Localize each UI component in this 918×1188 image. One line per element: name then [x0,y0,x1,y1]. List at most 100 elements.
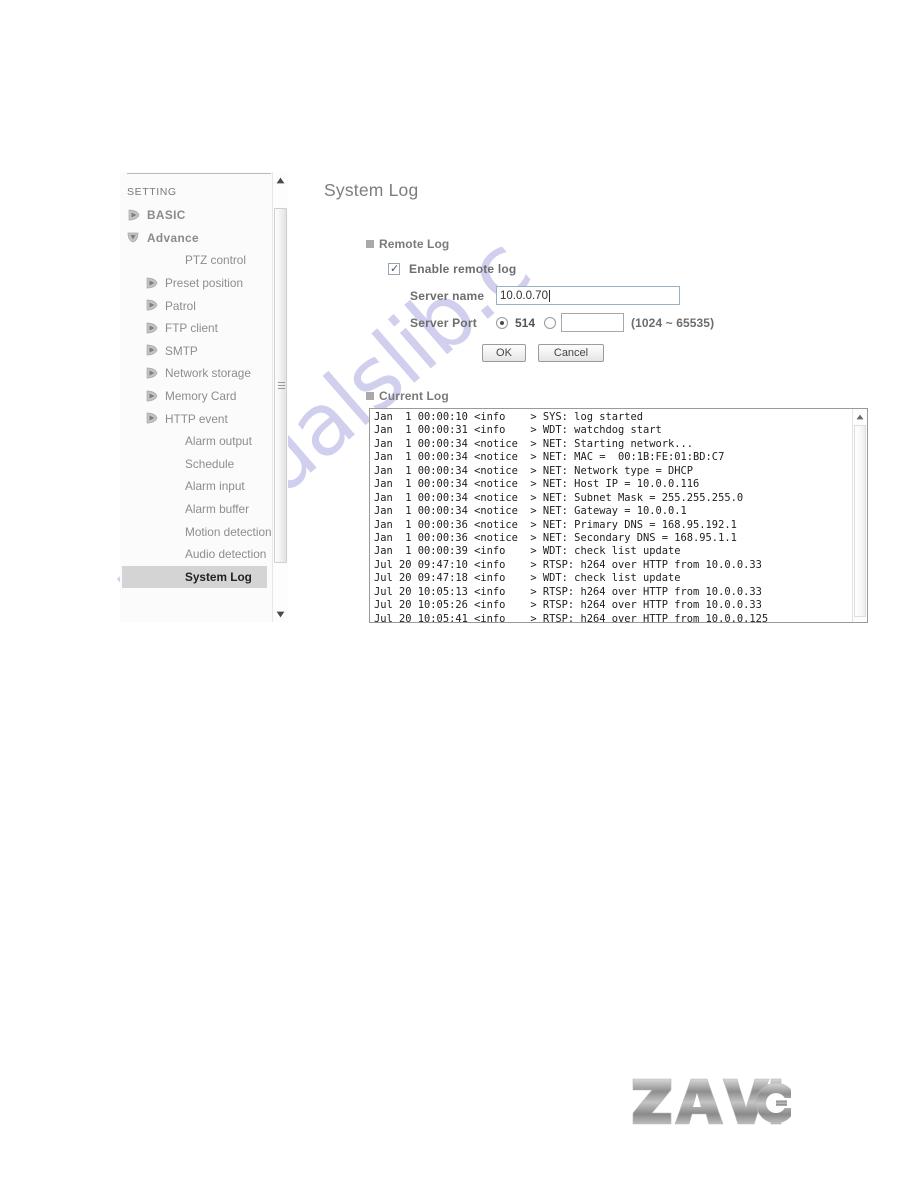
sidebar-item-ptz-control[interactable]: PTZ control [120,249,272,272]
current-log-textarea[interactable]: Jan 1 00:00:10 <info > SYS: log started J… [369,408,868,623]
log-line: Jan 1 00:00:34 <notice > NET: Starting n… [374,437,694,450]
server-name-input[interactable]: 10.0.0.70 [496,286,680,305]
cancel-button[interactable]: Cancel [538,344,604,362]
settings-sidebar: SETTING BASIC Advance PTZ control Preset po… [120,172,288,622]
log-line: Jan 1 00:00:36 <notice > NET: Primary DN… [374,518,737,531]
log-line: Jan 1 00:00:39 <info > WDT: check list u… [374,545,681,558]
sidebar-item-label: Network storage [165,366,251,381]
sidebar-item-label: Schedule [185,456,235,471]
enable-remote-log-label: Enable remote log [409,262,517,276]
sidebar-item-advance[interactable]: Advance [120,227,272,250]
port-default-radio[interactable] [496,316,508,329]
form-button-row: OK Cancel [482,344,604,362]
server-port-row: Server Port 514 (1024 ~ 65535) [410,313,714,332]
sidebar-scroll-up-icon[interactable] [273,172,288,188]
port-custom-input[interactable] [561,313,625,332]
sidebar-item-label: Audio detection [185,547,267,562]
log-line: Jan 1 00:00:34 <notice > NET: Network ty… [374,464,694,477]
server-name-value: 10.0.0.70 [500,289,548,302]
log-line: Jul 20 10:05:41 <info > RTSP: h264 over … [374,612,769,623]
sidebar-item-system-log[interactable]: System Log [122,565,267,589]
log-line-list: Jan 1 00:00:10 <info > SYS: log started J… [374,411,844,623]
sidebar-item-motion-detection[interactable]: Motion detection [120,520,272,543]
sidebar-item-label: Alarm input [185,479,245,494]
sidebar-item-label: Motion detection [185,524,272,539]
sidebar-item-label: SMTP [165,343,198,358]
arrow-right-icon [145,277,160,290]
port-range-hint: (1024 ~ 65535) [631,315,715,330]
log-line: Jul 20 09:47:18 <info > WDT: check list … [374,572,681,585]
sidebar-item-label: FTP client [165,321,218,336]
sidebar-scroll-viewport: SETTING BASIC Advance PTZ control Preset po… [120,182,272,622]
enable-remote-log-checkbox[interactable]: ✓ [388,263,400,275]
sidebar-item-alarm-input[interactable]: Alarm input [120,475,272,498]
sidebar-item-label: HTTP event [165,411,228,426]
sidebar-item-ftp-client[interactable]: FTP client [120,317,272,340]
sidebar-item-label: Alarm output [185,434,252,449]
sidebar-scroll-thumb[interactable] [274,208,287,563]
sidebar-item-alarm-output[interactable]: Alarm output [120,430,272,453]
sidebar-item-audio-detection[interactable]: Audio detection [120,543,272,566]
scroll-thumb-grip-icon [278,381,285,390]
server-port-label: Server Port [410,315,477,330]
port-default-label: 514 [515,315,536,330]
server-name-label: Server name [410,288,485,303]
log-line: Jan 1 00:00:34 <notice > NET: Gateway = … [374,505,687,518]
log-line: Jul 20 09:47:10 <info > RTSP: h264 over … [374,558,762,571]
remote-log-section-header: Remote Log [366,237,449,251]
arrow-down-icon [127,231,142,244]
sidebar-item-network-storage[interactable]: Network storage [120,362,272,385]
log-line: Jan 1 00:00:34 <notice > NET: Subnet Mas… [374,491,744,504]
sidebar-nav-list: BASIC Advance PTZ control Preset position Pa… [120,204,272,589]
sidebar-heading: SETTING [127,186,177,198]
arrow-right-icon [145,390,160,403]
remote-log-section-label: Remote Log [379,237,450,251]
log-line: Jan 1 00:00:10 <info > SYS: log started [374,411,643,423]
sidebar-divider [127,173,271,174]
sidebar-item-patrol[interactable]: Patrol [120,294,272,317]
section-marker-icon [366,240,374,248]
port-custom-radio[interactable] [544,316,557,329]
arrow-right-icon [145,367,160,380]
log-line: Jan 1 00:00:36 <notice > NET: Secondary … [374,531,737,544]
sidebar-item-label: PTZ control [185,253,246,268]
text-caret-icon [548,289,550,302]
sidebar-item-label: System Log [185,569,252,584]
sidebar-item-http-event[interactable]: HTTP event [120,407,272,430]
ok-button[interactable]: OK [482,344,526,362]
sidebar-scrollbar[interactable] [272,172,288,622]
sidebar-item-smtp[interactable]: SMTP [120,340,272,363]
log-line: Jul 20 10:05:13 <info > RTSP: h264 over … [374,585,762,598]
sidebar-item-label: Memory Card [165,389,237,404]
arrow-right-icon [145,412,160,425]
arrow-right-icon [145,322,160,335]
sidebar-scroll-down-icon[interactable] [273,606,288,622]
log-line: Jan 1 00:00:34 <notice > NET: Host IP = … [374,478,700,491]
arrow-right-icon [145,299,160,312]
log-scroll-thumb[interactable] [854,425,866,617]
log-scrollbar[interactable] [852,409,867,622]
server-name-row: Server name 10.0.0.70 [410,286,680,305]
page-root: manualslib.c SETTING BASIC Advance PTZ con… [0,0,918,1188]
sidebar-item-schedule[interactable]: Schedule [120,453,272,476]
sidebar-item-label: Preset position [165,276,244,291]
sidebar-item-memory-card[interactable]: Memory Card [120,385,272,408]
enable-remote-log-row[interactable]: ✓ Enable remote log [388,262,516,276]
sidebar-item-label: Patrol [165,298,196,313]
sidebar-item-label: Advance [147,230,199,245]
log-line: Jan 1 00:00:34 <notice > NET: MAC = 00:1… [374,451,725,464]
sidebar-item-basic[interactable]: BASIC [120,204,272,227]
arrow-right-icon [145,344,160,357]
section-marker-icon [366,392,374,400]
sidebar-item-label: BASIC [147,208,186,223]
log-scroll-up-icon[interactable] [853,410,867,424]
page-title: System Log [324,180,419,200]
sidebar-item-alarm-buffer[interactable]: Alarm buffer [120,498,272,521]
sidebar-item-preset-position[interactable]: Preset position [120,272,272,295]
current-log-section-label: Current Log [379,389,449,403]
log-line: Jan 1 00:00:31 <info > WDT: watchdog sta… [374,424,662,437]
current-log-section-header: Current Log [366,389,449,403]
zavio-logo: ZAVIO [631,1075,791,1127]
checkmark-icon: ✓ [390,263,400,275]
sidebar-item-label: Alarm buffer [185,502,250,517]
